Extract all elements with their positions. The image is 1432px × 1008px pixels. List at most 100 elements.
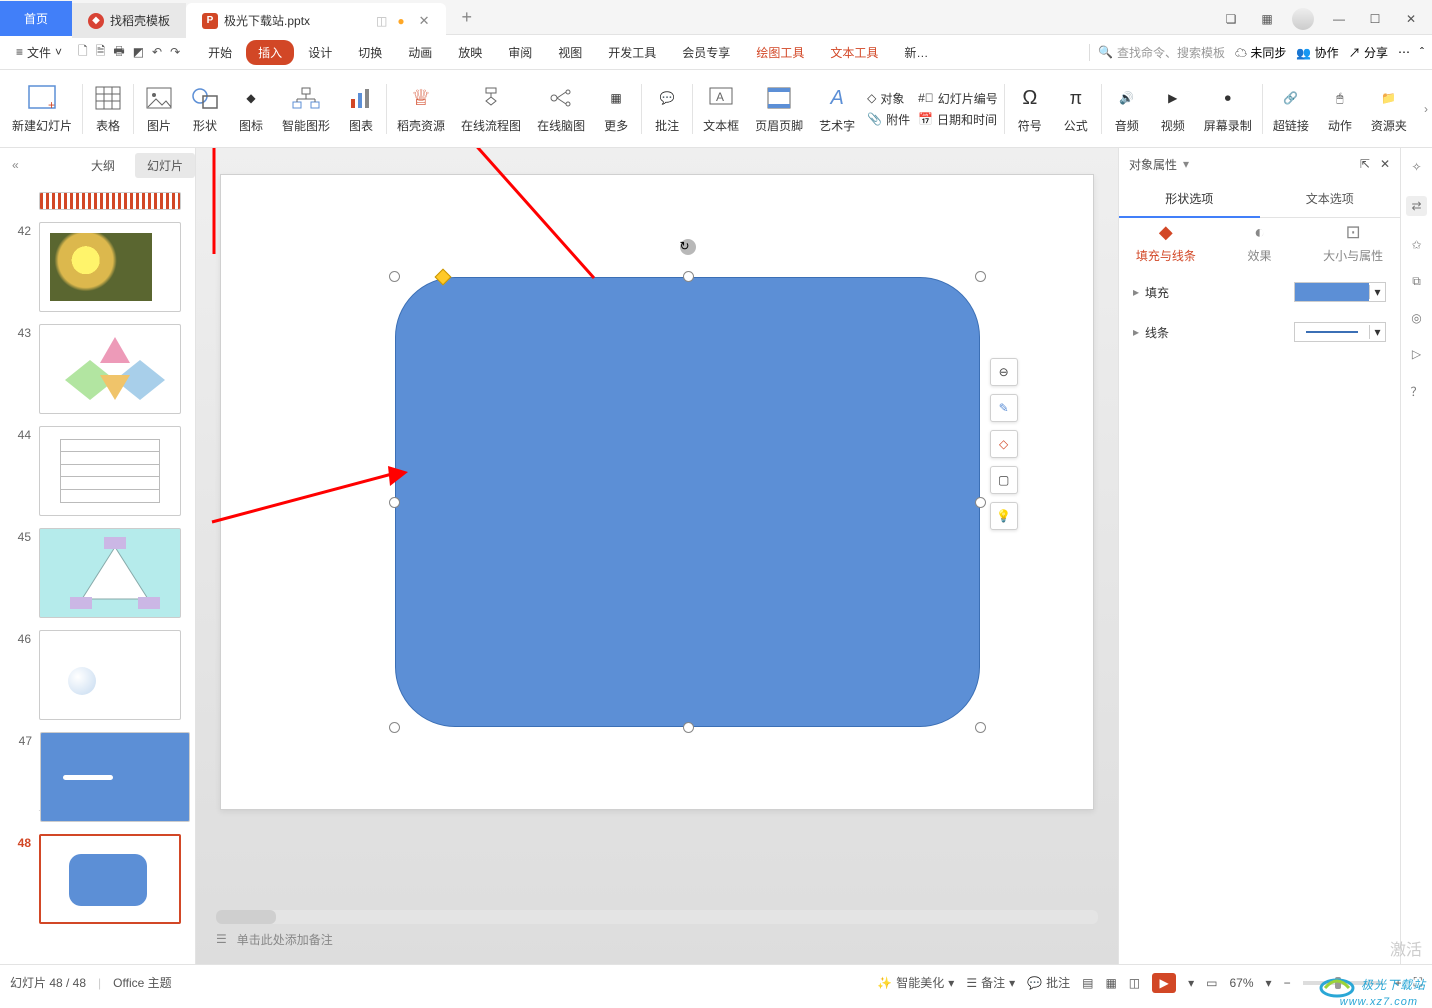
sb-comments[interactable]: 💬 批注 [1027,974,1070,991]
rb-icon[interactable]: ◆图标 [228,74,274,144]
rb-shape[interactable]: 形状 [182,74,228,144]
thumb-41-bottom[interactable] [39,192,181,210]
thumb-43[interactable] [39,324,181,414]
prop-line[interactable]: ▸线条 ▾ [1119,312,1400,352]
rs-help-icon[interactable]: ？ [1410,383,1422,400]
stab-size[interactable]: ⊡大小与属性 [1306,222,1400,264]
thumb-48[interactable] [39,834,181,924]
menu-design[interactable]: 设计 [296,40,344,65]
rb-comment[interactable]: 💬批注 [644,74,690,144]
rb-table[interactable]: 表格 [85,74,131,144]
thumb-42[interactable] [39,222,181,312]
float-outline-icon[interactable]: ▢ [990,466,1018,494]
rb-slidenum[interactable]: #⃣ 幻灯片编号 [918,90,998,107]
slide-canvas[interactable]: ↻ ⊖ ✎ ◇ ▢ 💡 [220,174,1094,810]
rb-smartart[interactable]: 智能图形 [274,74,338,144]
maximize-icon[interactable]: ☐ [1364,8,1386,30]
rb-audio[interactable]: 🔊音频 [1104,74,1150,144]
menu-review[interactable]: 审阅 [496,40,544,65]
rb-action[interactable]: 🖱动作 [1317,74,1363,144]
rb-dk-resource[interactable]: ♕稻壳资源 [389,74,453,144]
rb-textbox[interactable]: A文本框 [695,74,747,144]
handle-ne[interactable] [975,271,986,282]
ptab-shape[interactable]: 形状选项 [1119,180,1260,218]
handle-s[interactable] [683,722,694,733]
float-fill-icon[interactable]: ◇ [990,430,1018,458]
rb-symbol[interactable]: Ω符号 [1007,74,1053,144]
zoom-value[interactable]: 67% [1230,976,1254,990]
handle-nw[interactable] [389,271,400,282]
menu-play[interactable]: 放映 [446,40,494,65]
ribbon-scroll-right-icon[interactable]: › [1424,102,1428,116]
menu-transition[interactable]: 切换 [346,40,394,65]
panel-close-icon[interactable]: ✕ [1380,157,1390,171]
stab-fill-line[interactable]: ◆填充与线条 [1119,222,1213,264]
menu-view[interactable]: 视图 [546,40,594,65]
close-tab-icon[interactable]: ✕ [419,13,430,29]
rs-target-icon[interactable]: ◎ [1411,311,1421,325]
rb-screen-record[interactable]: ⏺屏幕录制 [1196,74,1260,144]
fill-color-swatch[interactable]: ▾ [1294,282,1386,302]
collapse-sidebar-icon[interactable]: « [8,158,23,172]
rb-header-footer[interactable]: 页眉页脚 [747,74,811,144]
save-icon[interactable]: 🗋 [78,42,88,63]
tab-home[interactable]: 首页 [0,1,72,36]
menu-insert[interactable]: 插入 [246,40,294,65]
rb-formula[interactable]: π公式 [1053,74,1099,144]
view-reading-icon[interactable]: ◫ [1129,976,1140,990]
collab-button[interactable]: 👥 协作 [1296,44,1338,61]
save-as-icon[interactable]: 🗎 [96,42,106,63]
layout-grid-icon[interactable]: ▦ [1256,8,1278,30]
float-collapse-icon[interactable]: ⊖ [990,358,1018,386]
rb-new-slide[interactable]: +新建幻灯片 [4,74,80,144]
rotate-handle[interactable]: ↻ [680,239,696,255]
thumb-47[interactable] [40,732,190,822]
rs-wand-icon[interactable]: ✧ [1411,160,1421,174]
share-button[interactable]: ↗ 分享 [1349,44,1388,61]
stab-effect[interactable]: ◐效果 [1213,222,1307,264]
ptab-text[interactable]: 文本选项 [1260,180,1401,218]
menu-dev[interactable]: 开发工具 [596,40,668,65]
menu-member[interactable]: 会员专享 [670,40,742,65]
menu-extra[interactable]: 新… [892,40,940,65]
menu-start[interactable]: 开始 [196,40,244,65]
rb-attachment[interactable]: 📎 附件 [867,111,910,128]
rs-settings-icon[interactable]: ⇄ [1406,196,1426,216]
menu-text-tools[interactable]: 文本工具 [818,40,890,65]
tab-dk-templates[interactable]: ◆找稻壳模板 [72,3,186,38]
rb-video[interactable]: ▶视频 [1150,74,1196,144]
preview-icon[interactable]: ◩ [133,45,144,59]
prop-fill[interactable]: ▸填充 ▾ [1119,272,1400,312]
rb-image[interactable]: 图片 [136,74,182,144]
rs-star-icon[interactable]: ✩ [1411,238,1421,252]
rb-mindmap[interactable]: 在线脑图 [529,74,593,144]
thumb-46[interactable] [39,630,181,720]
menu-draw-tools[interactable]: 绘图工具 [744,40,816,65]
thumb-45[interactable] [39,528,181,618]
rs-play-icon[interactable]: ▷ [1412,347,1421,361]
notes-area[interactable]: ☰单击此处添加备注 [216,924,1098,954]
float-idea-icon[interactable]: 💡 [990,502,1018,530]
print-icon[interactable]: 🖶 [113,42,124,63]
redo-icon[interactable]: ↷ [170,45,180,59]
minimize-icon[interactable]: — [1328,8,1350,30]
rb-wordart[interactable]: A艺术字 [811,74,863,144]
unsync-button[interactable]: ☁ 未同步 [1235,44,1286,61]
undo-icon[interactable]: ↶ [152,45,162,59]
handle-n[interactable] [683,271,694,282]
sb-notes[interactable]: ☰ 备注 ▾ [966,974,1015,991]
avatar[interactable] [1292,8,1314,30]
tab-file[interactable]: P极光下载站.pptx◫●✕ [186,3,446,38]
rb-object[interactable]: ◇ 对象 [867,90,910,107]
handle-e[interactable] [975,497,986,508]
layout-single-icon[interactable]: ❏ [1220,8,1242,30]
rb-datetime[interactable]: 📅 日期和时间 [918,111,998,128]
line-style-swatch[interactable]: ▾ [1294,322,1386,342]
search-box[interactable]: 🔍 查找命令、搜索模板 [1089,44,1225,61]
handle-se[interactable] [975,722,986,733]
rs-layer-icon[interactable]: ⧉ [1412,274,1421,289]
menu-animation[interactable]: 动画 [396,40,444,65]
handle-sw[interactable] [389,722,400,733]
more-icon[interactable]: ⋯ [1398,45,1410,59]
file-menu[interactable]: ≡ 文件 ˅ [8,42,70,63]
